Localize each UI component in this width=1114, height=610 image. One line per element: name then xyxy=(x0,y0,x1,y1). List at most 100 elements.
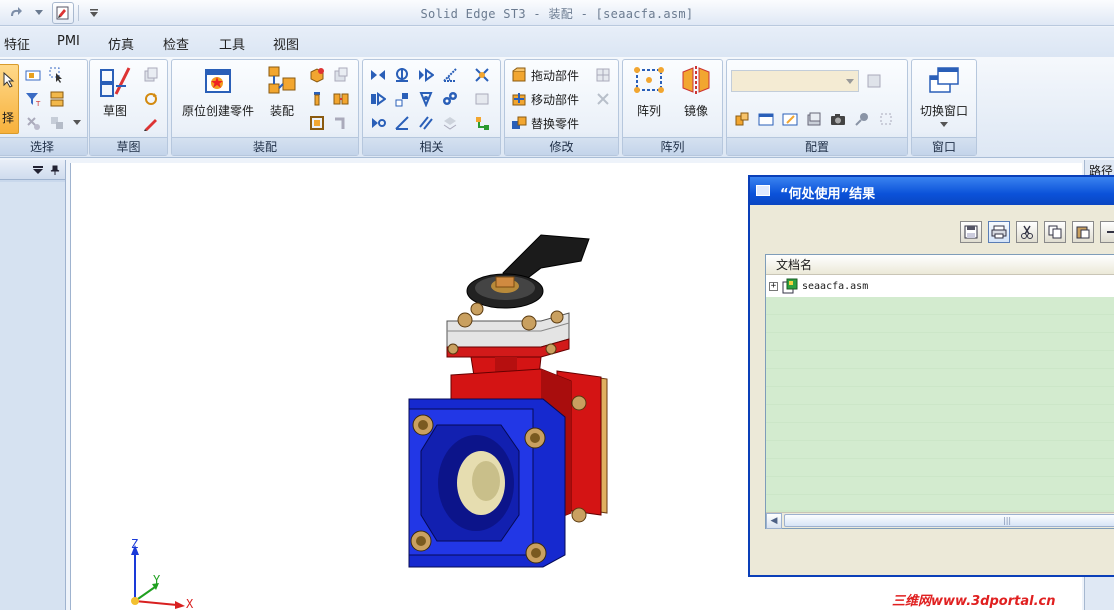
camera-icon[interactable] xyxy=(829,110,847,128)
pattern-icon xyxy=(634,67,664,93)
parallel-icon[interactable] xyxy=(417,114,435,132)
panel-menu-icon[interactable] xyxy=(33,166,43,174)
select-box-icon[interactable] xyxy=(24,66,42,84)
cam-icon[interactable] xyxy=(417,90,435,108)
mate-icon[interactable] xyxy=(369,66,387,84)
config-zone-icon[interactable] xyxy=(805,110,823,128)
drag-part-icon xyxy=(512,67,526,82)
move-part-icon xyxy=(512,93,526,106)
paste-icon[interactable] xyxy=(1072,221,1094,243)
expand-toggle[interactable]: + xyxy=(769,281,778,291)
pattern-button[interactable]: 阵列 xyxy=(629,64,669,119)
gear-icon[interactable] xyxy=(441,90,459,108)
tangent-icon[interactable] xyxy=(369,114,387,132)
transfer-gray-icon xyxy=(594,90,612,108)
scroll-left-icon[interactable]: ◀ xyxy=(766,513,782,529)
results-list[interactable]: 文档名 + seaacfa.asm ◀ ||| xyxy=(765,254,1114,529)
mirror-button[interactable]: 镜像 xyxy=(675,64,717,119)
print-icon[interactable] xyxy=(988,221,1010,243)
axial-align-icon[interactable] xyxy=(393,66,411,84)
replace-part-button[interactable]: 替换零件 xyxy=(511,113,579,133)
angle-icon[interactable] xyxy=(441,66,459,84)
sketch-cycle-icon[interactable] xyxy=(142,90,160,108)
pattern-group: 阵列 镜像 阵列 xyxy=(622,59,723,156)
ribbon: 择 T 选择 草图 草图 原位创建零件 装配 装配 相关 拖动部件 移动部件 替… xyxy=(0,57,1114,158)
tab-tools[interactable]: 工具 xyxy=(219,34,245,53)
select-gray-icon xyxy=(24,114,42,132)
dropdown-arrow-icon[interactable] xyxy=(68,114,86,132)
drag-part-label: 拖动部件 xyxy=(531,68,580,83)
sketch-pencil-icon[interactable] xyxy=(142,114,160,132)
cut-icon[interactable] xyxy=(1016,221,1038,243)
tab-pmi[interactable]: PMI xyxy=(57,34,80,49)
window-group: 切换窗口 窗口 xyxy=(911,59,977,156)
left-docked-panel xyxy=(0,160,66,610)
config-list-icon[interactable] xyxy=(757,110,775,128)
move-part-button[interactable]: 移动部件 xyxy=(511,89,579,109)
connect-icon[interactable] xyxy=(393,90,411,108)
capture-fit-icon[interactable] xyxy=(332,90,350,108)
group-label: 窗口 xyxy=(912,137,976,155)
part-ghost-icon xyxy=(332,66,350,84)
select-set-icon[interactable] xyxy=(48,90,66,108)
tab-view[interactable]: 视图 xyxy=(273,34,299,53)
config-edit-icon[interactable] xyxy=(781,110,799,128)
mirror-icon xyxy=(682,66,710,96)
frame-icon[interactable] xyxy=(308,114,326,132)
path-relate-icon[interactable] xyxy=(473,114,491,132)
drag-part-button[interactable]: 拖动部件 xyxy=(511,65,579,85)
move-part-label: 移动部件 xyxy=(531,92,580,107)
switch-window-button[interactable]: 切换窗口 xyxy=(915,64,973,128)
zone-key-icon[interactable] xyxy=(853,110,871,128)
more-icon[interactable] xyxy=(1100,221,1114,243)
dialog-title: “何处使用”结果 xyxy=(780,187,876,202)
insert-relate-icon[interactable] xyxy=(369,90,387,108)
replace-part-label: 替换零件 xyxy=(531,116,580,131)
dialog-toolbar xyxy=(960,221,1114,243)
svg-text:T: T xyxy=(35,100,41,107)
parallel-angle-icon[interactable] xyxy=(393,114,411,132)
column-header-document-name[interactable]: 文档名 xyxy=(766,255,1114,275)
sketch-button[interactable]: 草图 xyxy=(96,64,134,119)
horizontal-scrollbar[interactable]: ◀ ||| xyxy=(766,512,1114,529)
tab-simulation[interactable]: 仿真 xyxy=(108,34,134,53)
group-label: 修改 xyxy=(505,137,618,155)
planar-align-icon[interactable] xyxy=(417,66,435,84)
list-item[interactable]: + seaacfa.asm xyxy=(766,275,1114,297)
scrollbar-thumb[interactable]: ||| xyxy=(784,514,1114,527)
copy-icon[interactable] xyxy=(1044,221,1066,243)
pattern-label: 阵列 xyxy=(636,104,661,118)
configuration-dropdown[interactable] xyxy=(731,70,859,92)
select-pointer-icon[interactable] xyxy=(48,66,66,84)
grip-icon: ||| xyxy=(1003,516,1012,525)
assemble-button[interactable]: 装配 xyxy=(262,64,302,119)
window-title: Solid Edge ST3 - 装配 - [seaacfa.asm] xyxy=(420,7,694,21)
group-label: 草图 xyxy=(90,137,167,155)
pin-icon[interactable] xyxy=(50,165,60,175)
mirror-label: 镜像 xyxy=(683,104,708,118)
config-display-icon[interactable] xyxy=(733,110,751,128)
save-icon[interactable] xyxy=(960,221,982,243)
solid-edge-window: Solid Edge ST3 - 装配 - [seaacfa.asm] 特征 P… xyxy=(0,0,1114,610)
dropdown-arrow-icon xyxy=(940,122,948,127)
document-name: seaacfa.asm xyxy=(802,280,869,292)
tab-inspect[interactable]: 检查 xyxy=(163,34,189,53)
filter-icon[interactable]: T xyxy=(24,90,42,108)
create-in-place-button[interactable]: 原位创建零件 xyxy=(176,64,260,119)
gear-relate-icon[interactable] xyxy=(473,66,491,84)
related-group: 相关 xyxy=(362,59,501,156)
select-tool-button[interactable]: 择 xyxy=(0,64,19,134)
sketch-icon xyxy=(100,67,131,97)
part-insert-icon[interactable] xyxy=(308,66,326,84)
switch-window-label: 切换窗口 xyxy=(919,104,968,118)
dialog-title-bar[interactable]: “何处使用”结果 xyxy=(750,177,1114,205)
fastener-icon[interactable] xyxy=(308,90,326,108)
select-tool-label: 择 xyxy=(2,111,15,125)
group-label: 配置 xyxy=(727,137,907,155)
select-arrow-icon xyxy=(3,71,15,88)
title-bar: Solid Edge ST3 - 装配 - [seaacfa.asm] xyxy=(0,0,1114,26)
sketch-group: 草图 草图 xyxy=(89,59,168,156)
tab-features[interactable]: 特征 xyxy=(4,34,30,53)
assembly-group: 原位创建零件 装配 装配 xyxy=(171,59,359,156)
assembly-document-icon xyxy=(782,278,798,294)
